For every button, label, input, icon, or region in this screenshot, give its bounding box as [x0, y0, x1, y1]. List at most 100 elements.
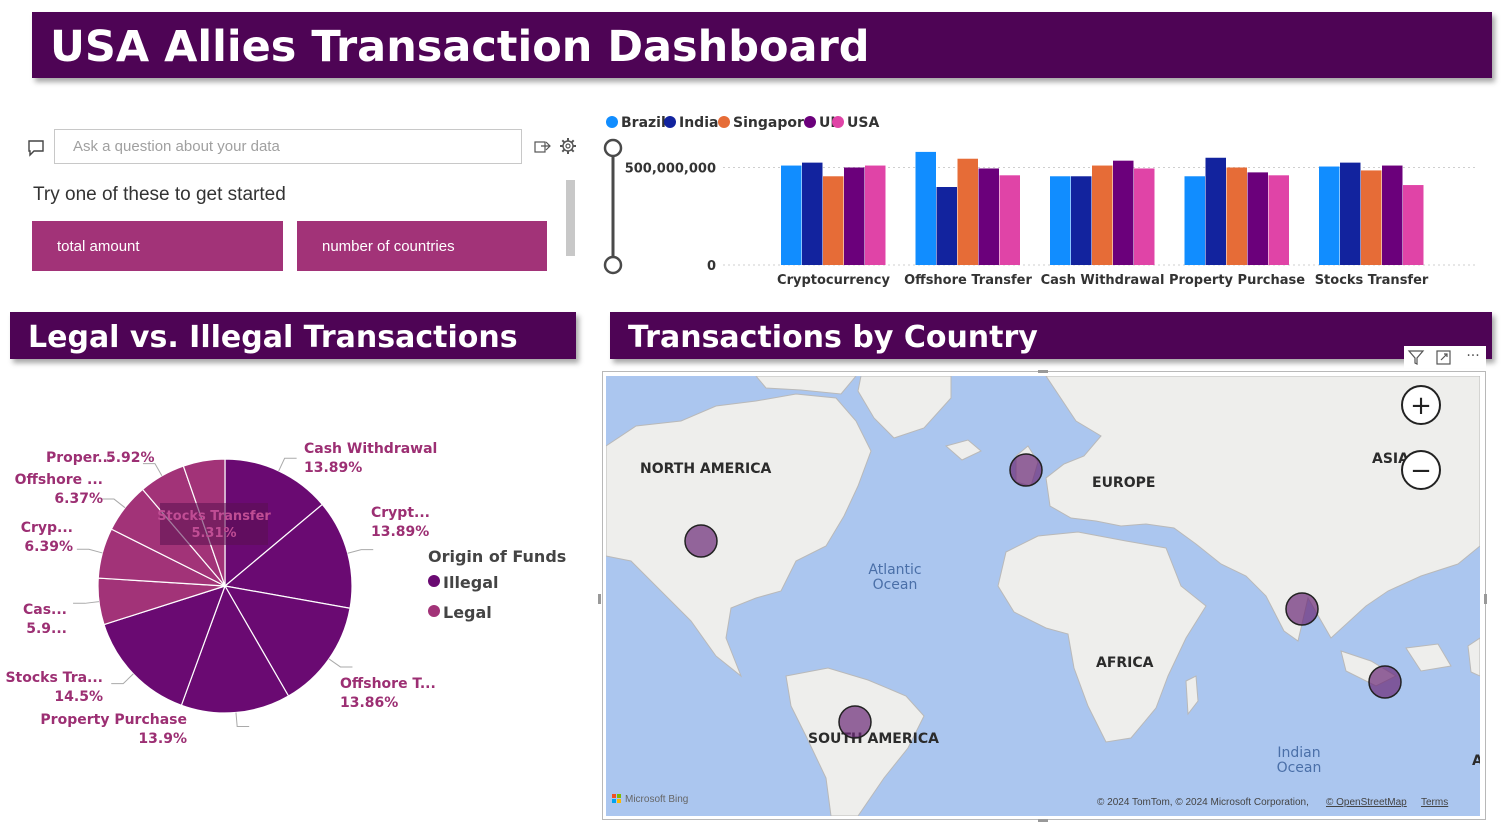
pie-leader-line [347, 549, 374, 554]
bar-india-cryptocurrency[interactable] [802, 162, 823, 265]
label-africa: AFRICA [1096, 655, 1154, 671]
x-tick-label: Property Purchase [1169, 273, 1305, 288]
legend-legal-marker [428, 605, 440, 617]
pie-label-value: 6.37% [54, 491, 103, 507]
pie-legend-title: Origin of Funds [428, 547, 566, 566]
gear-icon[interactable] [559, 137, 577, 155]
suggestion-number-of-countries-button[interactable]: number of countries [297, 221, 547, 271]
bar-brazil-cash-withdrawal[interactable] [1050, 176, 1071, 265]
bar-usa-property-purchase[interactable] [1268, 175, 1290, 265]
bing-text: Microsoft Bing [625, 794, 688, 805]
bar-india-stocks-transfer[interactable] [1340, 162, 1361, 265]
label-north-america: NORTH AMERICA [640, 461, 772, 477]
pie-label-name: Cash Withdrawal [304, 441, 437, 457]
pie-label-value: 14.5% [54, 689, 103, 705]
pie-legend: Origin of Funds Illegal Legal [428, 547, 566, 622]
pie-label-name: Property Purchase [40, 712, 187, 728]
bar-brazil-cryptocurrency[interactable] [781, 165, 802, 265]
suggestion-total-amount-button[interactable]: total amount [32, 221, 283, 271]
legend-label-india[interactable]: India [679, 115, 718, 131]
map-attribution: © 2024 TomTom, © 2024 Microsoft Corporat… [1097, 797, 1309, 808]
pie-tooltip: Stocks Transfer 5.31% [157, 503, 271, 545]
zoom-in-icon: + [1410, 391, 1432, 421]
pie-label-value: 6.39% [24, 539, 73, 555]
tooltip-label: Stocks Transfer [157, 509, 271, 524]
bar-usa-cryptocurrency[interactable] [865, 165, 886, 265]
label-south-america: SOUTH AMERICA [808, 731, 939, 747]
pie-leader-line [111, 673, 134, 685]
bubble-india[interactable] [1285, 592, 1319, 626]
qa-question-input[interactable] [54, 129, 522, 164]
bar-usa-stocks-transfer[interactable] [1403, 185, 1424, 265]
pie-label-name: Offshore ... [15, 472, 103, 488]
openstreetmap-link[interactable]: © OpenStreetMap [1326, 797, 1407, 808]
bar-uk-property-purchase[interactable] [1247, 172, 1269, 265]
legend-label-usa[interactable]: USA [847, 115, 879, 131]
slider-top-handle[interactable] [603, 138, 623, 158]
filter-icon[interactable] [1407, 350, 1425, 365]
pie-label-name: Cryp... [21, 520, 73, 536]
legend-illegal-label[interactable]: Illegal [443, 573, 499, 592]
bar-chart-legend: Brazil India Singapore UK USA [606, 115, 879, 131]
resize-handle-bottom[interactable] [1038, 819, 1048, 822]
bar-singapore-cryptocurrency[interactable] [823, 176, 844, 265]
pie-label-value: 13.89% [304, 460, 362, 476]
y-tick-label: 0 [707, 259, 716, 274]
world-map[interactable]: NORTH AMERICA EUROPE ASIA AFRICA SOUTH A… [606, 376, 1480, 816]
label-edge-letter: A [1472, 753, 1480, 769]
pie-label-value: 13.86% [340, 695, 398, 711]
label-atlantic-ocean: Ocean [873, 577, 918, 593]
pie-label-value: 5.9... [26, 621, 67, 637]
x-tick-label: Offshore Transfer [904, 273, 1032, 288]
label-indian: Indian [1277, 745, 1320, 761]
pie-label-name: Offshore T... [340, 676, 436, 692]
terms-link[interactable]: Terms [1421, 797, 1448, 808]
bar-brazil-offshore-transfer[interactable] [915, 151, 937, 265]
resize-handle-top[interactable] [1038, 370, 1048, 373]
bar-uk-stocks-transfer[interactable] [1382, 165, 1403, 265]
bubble-uk[interactable] [1009, 453, 1043, 487]
tooltip-value: 5.31% [191, 526, 236, 541]
bar-brazil-stocks-transfer[interactable] [1319, 166, 1340, 265]
legend-marker-uk [804, 116, 816, 128]
legend-label-singapore[interactable]: Singapore [733, 115, 813, 131]
bar-india-property-purchase[interactable] [1205, 157, 1227, 265]
dashboard-title-banner: USA Allies Transaction Dashboard [32, 12, 1492, 78]
x-tick-label: Cryptocurrency [777, 273, 890, 288]
legend-label-brazil[interactable]: Brazil [621, 115, 666, 131]
bar-india-cash-withdrawal[interactable] [1071, 176, 1092, 265]
pie-label-name: Cas... [23, 602, 67, 618]
pie-label-value: 5.92% [106, 450, 155, 466]
label-atlantic: Atlantic [868, 562, 921, 578]
bar-uk-offshore-transfer[interactable] [978, 168, 1000, 265]
legend-marker-india [664, 116, 676, 128]
bubble-singapore[interactable] [1368, 665, 1402, 699]
qa-scrollbar[interactable] [566, 180, 575, 256]
bar-singapore-property-purchase[interactable] [1226, 167, 1248, 266]
focus-mode-icon[interactable] [1436, 350, 1451, 365]
bar-brazil-property-purchase[interactable] [1184, 176, 1206, 265]
more-options-icon[interactable]: ··· [1466, 348, 1479, 364]
y-axis-range-slider[interactable] [603, 138, 623, 275]
dashboard-title: USA Allies Transaction Dashboard [50, 22, 870, 72]
bar-uk-cryptocurrency[interactable] [844, 167, 865, 266]
bar-usa-offshore-transfer[interactable] [999, 175, 1021, 265]
legend-legal-label[interactable]: Legal [443, 603, 492, 622]
slider-bottom-handle[interactable] [603, 255, 623, 275]
zoom-in-button[interactable]: + [1401, 385, 1441, 425]
bubble-brazil[interactable] [838, 705, 872, 739]
resize-handle-right[interactable] [1484, 594, 1487, 604]
bar-india-offshore-transfer[interactable] [936, 187, 958, 265]
legal-vs-illegal-title: Legal vs. Illegal Transactions [28, 320, 518, 355]
bar-singapore-stocks-transfer[interactable] [1361, 170, 1382, 265]
share-icon[interactable] [534, 138, 552, 154]
zoom-out-button[interactable]: − [1401, 450, 1441, 490]
pie-leader-line [235, 712, 250, 727]
bar-singapore-offshore-transfer[interactable] [957, 158, 979, 265]
bar-usa-cash-withdrawal[interactable] [1134, 168, 1155, 265]
label-europe: EUROPE [1092, 475, 1155, 491]
bubble-usa[interactable] [684, 524, 718, 558]
bar-uk-cash-withdrawal[interactable] [1113, 160, 1134, 265]
resize-handle-left[interactable] [598, 594, 601, 604]
bar-singapore-cash-withdrawal[interactable] [1092, 165, 1113, 265]
